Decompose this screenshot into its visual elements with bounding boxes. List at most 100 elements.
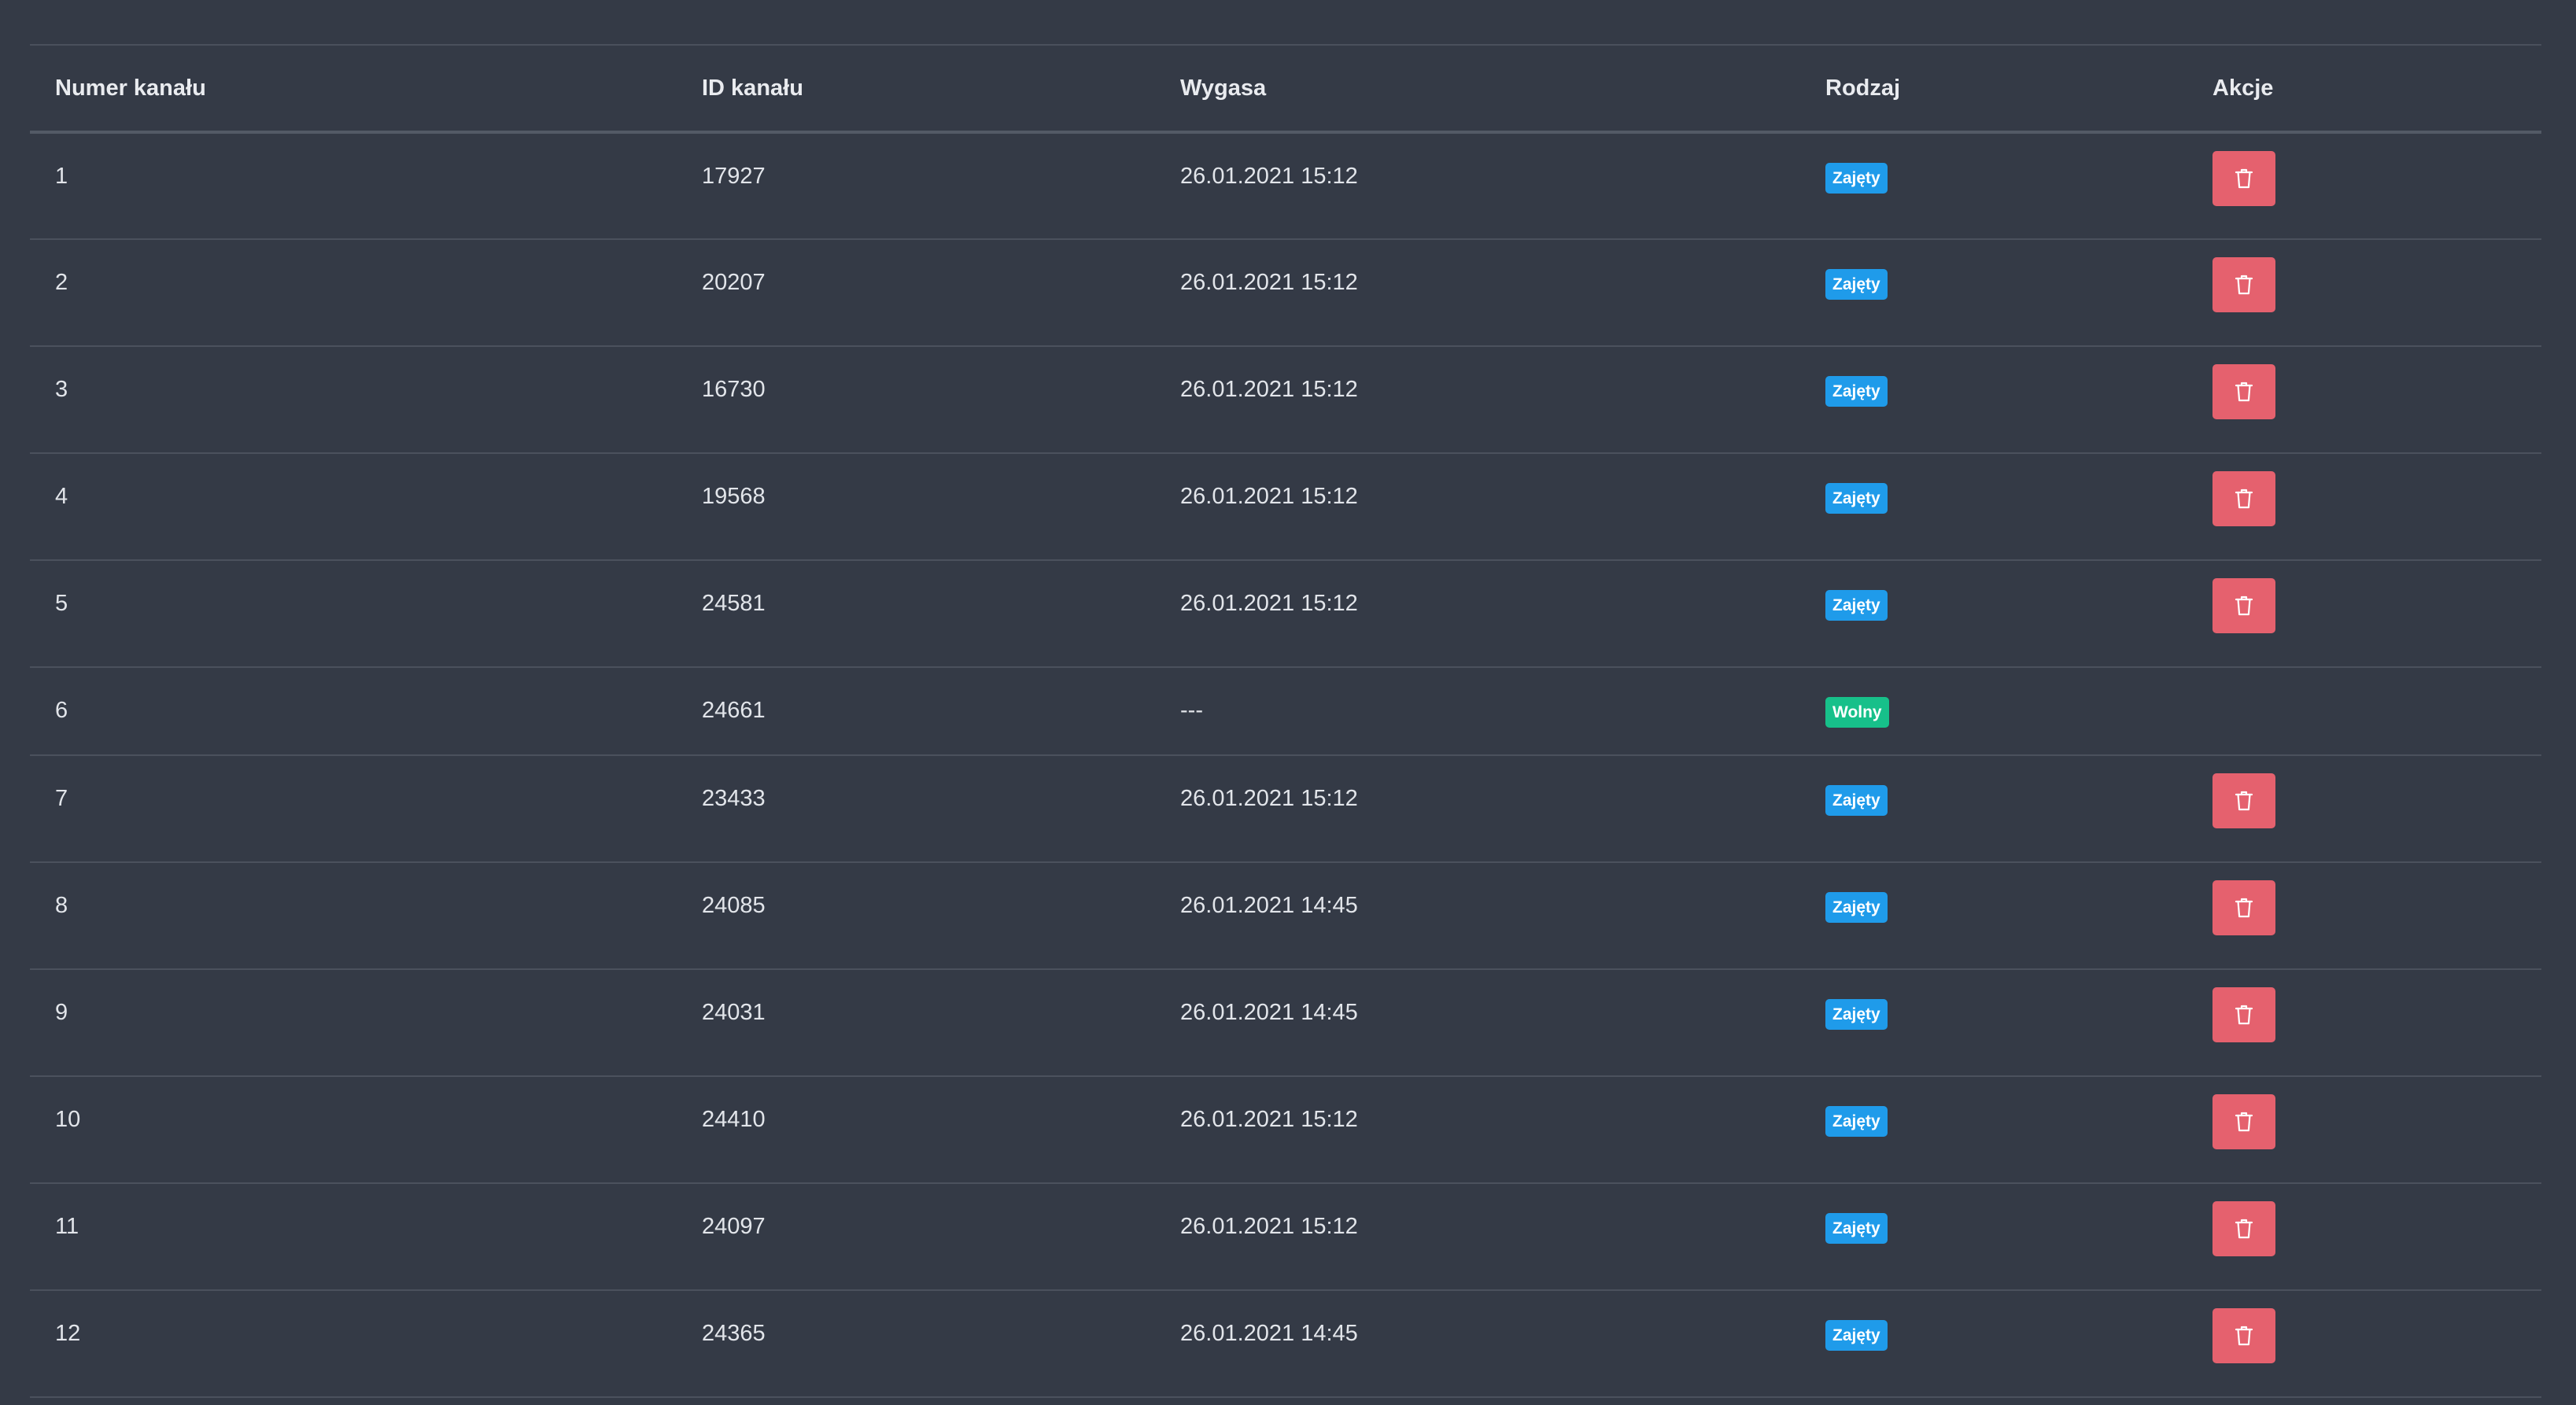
trash-icon: [2235, 1326, 2253, 1346]
trash-icon: [2235, 382, 2253, 402]
channels-table-container: Numer kanału ID kanału Wygasa Rodzaj Akc…: [30, 44, 2541, 1398]
cell-expires: 26.01.2021 14:45: [1155, 1290, 1800, 1398]
cell-expires: 26.01.2021 15:12: [1155, 453, 1800, 561]
cell-expires: 26.01.2021 15:12: [1155, 560, 1800, 668]
delete-button[interactable]: [2212, 773, 2275, 828]
delete-button[interactable]: [2212, 880, 2275, 935]
status-badge-busy: Zajęty: [1825, 785, 1888, 816]
trash-icon: [2235, 596, 2253, 616]
cell-channel-number: 8: [30, 862, 677, 970]
cell-actions: [2187, 346, 2541, 454]
cell-expires: 26.01.2021 15:12: [1155, 239, 1800, 347]
cell-actions: [2187, 453, 2541, 561]
table-row: 2 20207 26.01.2021 15:12 Zajęty: [30, 239, 2541, 347]
status-badge-busy: Zajęty: [1825, 892, 1888, 923]
table-row: 11 24097 26.01.2021 15:12 Zajęty: [30, 1183, 2541, 1291]
cell-expires: 26.01.2021 15:12: [1155, 1183, 1800, 1291]
cell-channel-number: 1: [30, 132, 677, 240]
delete-button[interactable]: [2212, 257, 2275, 312]
delete-button[interactable]: [2212, 364, 2275, 419]
table-row: 10 24410 26.01.2021 15:12 Zajęty: [30, 1076, 2541, 1184]
cell-channel-id: 24581: [677, 560, 1155, 668]
cell-channel-id: 17927: [677, 132, 1155, 240]
cell-channel-number: 11: [30, 1183, 677, 1291]
cell-channel-id: 24031: [677, 969, 1155, 1077]
cell-type: Zajęty: [1800, 1290, 2187, 1398]
cell-type: Zajęty: [1800, 755, 2187, 863]
status-badge-busy: Zajęty: [1825, 269, 1888, 300]
cell-type: Zajęty: [1800, 346, 2187, 454]
channels-table: Numer kanału ID kanału Wygasa Rodzaj Akc…: [30, 44, 2541, 1398]
table-header: Numer kanału ID kanału Wygasa Rodzaj Akc…: [30, 44, 2541, 134]
trash-icon: [2235, 791, 2253, 811]
cell-actions: [2187, 969, 2541, 1077]
cell-actions: [2187, 1290, 2541, 1398]
cell-type: Zajęty: [1800, 453, 2187, 561]
cell-channel-number: 6: [30, 667, 677, 756]
cell-actions: [2187, 1076, 2541, 1184]
table-row: 6 24661 --- Wolny: [30, 667, 2541, 756]
cell-actions: [2187, 667, 2541, 756]
table-row: 4 19568 26.01.2021 15:12 Zajęty: [30, 453, 2541, 561]
trash-icon: [2235, 1005, 2253, 1025]
cell-channel-id: 16730: [677, 346, 1155, 454]
cell-channel-number: 9: [30, 969, 677, 1077]
cell-type: Zajęty: [1800, 1183, 2187, 1291]
cell-type: Zajęty: [1800, 239, 2187, 347]
cell-type: Zajęty: [1800, 862, 2187, 970]
cell-type: Zajęty: [1800, 1076, 2187, 1184]
status-badge-busy: Zajęty: [1825, 1213, 1888, 1244]
table-body: 1 17927 26.01.2021 15:12 Zajęty 2 20207 26.01.…: [30, 132, 2541, 1398]
cell-channel-id: 19568: [677, 453, 1155, 561]
cell-type: Zajęty: [1800, 969, 2187, 1077]
cell-channel-id: 24097: [677, 1183, 1155, 1291]
cell-channel-id: 20207: [677, 239, 1155, 347]
header-row: Numer kanału ID kanału Wygasa Rodzaj Akc…: [30, 44, 2541, 134]
delete-button[interactable]: [2212, 471, 2275, 526]
delete-button[interactable]: [2212, 1201, 2275, 1256]
cell-actions: [2187, 1183, 2541, 1291]
cell-expires: 26.01.2021 15:12: [1155, 346, 1800, 454]
cell-type: Zajęty: [1800, 560, 2187, 668]
cell-channel-number: 10: [30, 1076, 677, 1184]
cell-channel-id: 24661: [677, 667, 1155, 756]
cell-expires: 26.01.2021 15:12: [1155, 132, 1800, 240]
delete-button[interactable]: [2212, 987, 2275, 1042]
cell-channel-id: 24410: [677, 1076, 1155, 1184]
trash-icon: [2235, 489, 2253, 509]
cell-channel-number: 5: [30, 560, 677, 668]
trash-icon: [2235, 898, 2253, 918]
status-badge-busy: Zajęty: [1825, 1320, 1888, 1351]
cell-expires: ---: [1155, 667, 1800, 756]
cell-channel-id: 23433: [677, 755, 1155, 863]
table-row: 3 16730 26.01.2021 15:12 Zajęty: [30, 346, 2541, 454]
delete-button[interactable]: [2212, 151, 2275, 206]
cell-type: Zajęty: [1800, 132, 2187, 240]
status-badge-busy: Zajęty: [1825, 1106, 1888, 1137]
status-badge-busy: Zajęty: [1825, 163, 1888, 194]
cell-channel-number: 4: [30, 453, 677, 561]
delete-button[interactable]: [2212, 1308, 2275, 1363]
header-expires[interactable]: Wygasa: [1155, 44, 1800, 134]
table-row: 8 24085 26.01.2021 14:45 Zajęty: [30, 862, 2541, 970]
table-row: 1 17927 26.01.2021 15:12 Zajęty: [30, 132, 2541, 240]
cell-type: Wolny: [1800, 667, 2187, 756]
table-row: 9 24031 26.01.2021 14:45 Zajęty: [30, 969, 2541, 1077]
status-badge-busy: Zajęty: [1825, 590, 1888, 621]
trash-icon: [2235, 1219, 2253, 1239]
cell-channel-id: 24085: [677, 862, 1155, 970]
cell-expires: 26.01.2021 14:45: [1155, 969, 1800, 1077]
delete-button[interactable]: [2212, 578, 2275, 633]
header-channel-id[interactable]: ID kanału: [677, 44, 1155, 134]
header-type[interactable]: Rodzaj: [1800, 44, 2187, 134]
header-actions: Akcje: [2187, 44, 2541, 134]
cell-actions: [2187, 755, 2541, 863]
cell-expires: 26.01.2021 15:12: [1155, 755, 1800, 863]
status-badge-free: Wolny: [1825, 697, 1889, 728]
header-channel-number[interactable]: Numer kanału: [30, 44, 677, 134]
cell-actions: [2187, 132, 2541, 240]
cell-actions: [2187, 862, 2541, 970]
trash-icon: [2235, 168, 2253, 189]
cell-actions: [2187, 560, 2541, 668]
delete-button[interactable]: [2212, 1094, 2275, 1149]
